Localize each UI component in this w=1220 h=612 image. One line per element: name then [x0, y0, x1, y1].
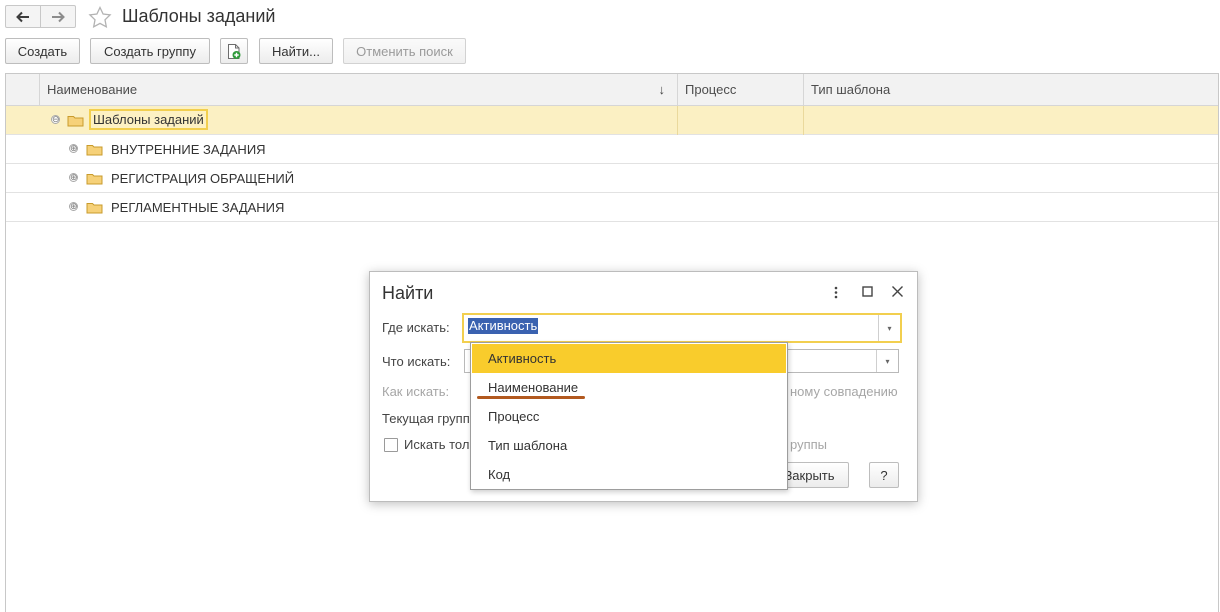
page-title: Шаблоны заданий [122, 6, 276, 26]
table-row[interactable]: ⊕ ВНУТРЕННИЕ ЗАДАНИЯ [6, 135, 1218, 164]
collapse-icon[interactable]: ⊖ [51, 115, 60, 124]
back-button[interactable] [6, 6, 40, 27]
table-row[interactable]: ⊕ РЕГЛАМЕНТНЫЕ ЗАДАНИЯ [6, 193, 1218, 222]
column-header-template-type[interactable]: Тип шаблона [803, 74, 1217, 106]
expand-icon[interactable]: ⊕ [69, 173, 78, 182]
how-label: Как искать: [382, 384, 450, 399]
document-add-icon [228, 43, 241, 59]
current-group-label: Текущая групп [382, 411, 470, 426]
sort-desc-icon: ↓ [658, 82, 666, 97]
table-header: Наименование ↓ Процесс Тип шаблона [6, 74, 1218, 106]
expand-icon[interactable]: ⊕ [69, 202, 78, 211]
cancel-search-button[interactable]: Отменить поиск [343, 38, 466, 64]
star-outline-icon[interactable] [88, 6, 112, 28]
maximize-icon[interactable] [862, 286, 873, 297]
where-value: Активность [468, 318, 539, 334]
row-label: ВНУТРЕННИЕ ЗАДАНИЯ [111, 142, 266, 157]
column-label-name: Наименование [47, 82, 138, 97]
where-dropdown-list: Активность Наименование Процесс Тип шабл… [470, 342, 788, 490]
arrow-left-icon [16, 11, 29, 22]
chevron-down-icon[interactable]: ▾ [878, 315, 900, 341]
table-row[interactable]: ⊕ РЕГИСТРАЦИЯ ОБРАЩЕНИЙ [6, 164, 1218, 193]
how-value: ному совпадению [790, 384, 898, 399]
help-button[interactable]: ? [869, 462, 899, 488]
forward-button[interactable] [40, 6, 75, 27]
chevron-down-icon[interactable]: ▾ [876, 350, 898, 372]
column-header-process[interactable]: Процесс [677, 74, 803, 106]
find-button[interactable]: Найти... [259, 38, 333, 64]
column-header-name[interactable]: Наименование ↓ [39, 74, 677, 106]
where-label: Где искать: [382, 320, 450, 335]
arrow-right-icon [52, 11, 65, 22]
search-only-label: Искать тол [404, 437, 470, 452]
dropdown-item-process[interactable]: Процесс [472, 402, 786, 431]
search-only-suffix: руппы [790, 437, 828, 452]
folder-icon [86, 145, 103, 156]
create-group-button[interactable]: Создать группу [90, 38, 210, 64]
folder-icon [86, 174, 103, 185]
dropdown-item-code[interactable]: Код [472, 460, 786, 489]
where-combobox[interactable]: Активность ▾ [462, 313, 902, 343]
create-button[interactable]: Создать [5, 38, 80, 64]
search-only-checkbox[interactable] [384, 438, 398, 452]
dialog-title: Найти [382, 283, 434, 303]
table-row[interactable]: ⊖ Шаблоны заданий [6, 106, 1218, 135]
folder-icon [86, 203, 103, 214]
more-icon[interactable] [833, 284, 839, 300]
create-copy-button[interactable] [220, 38, 248, 64]
dropdown-item-template-type[interactable]: Тип шаблона [472, 431, 786, 460]
row-label: РЕГИСТРАЦИЯ ОБРАЩЕНИЙ [111, 171, 295, 186]
dropdown-item-activity[interactable]: Активность [472, 344, 786, 373]
close-icon[interactable] [891, 285, 904, 298]
annotation-underline [477, 396, 585, 399]
row-label: Шаблоны заданий [89, 109, 208, 130]
folder-icon [67, 116, 84, 127]
what-label: Что искать: [382, 354, 451, 369]
expand-icon[interactable]: ⊕ [69, 144, 78, 153]
row-label: РЕГЛАМЕНТНЫЕ ЗАДАНИЯ [111, 200, 285, 215]
navigation-buttons [5, 5, 76, 28]
